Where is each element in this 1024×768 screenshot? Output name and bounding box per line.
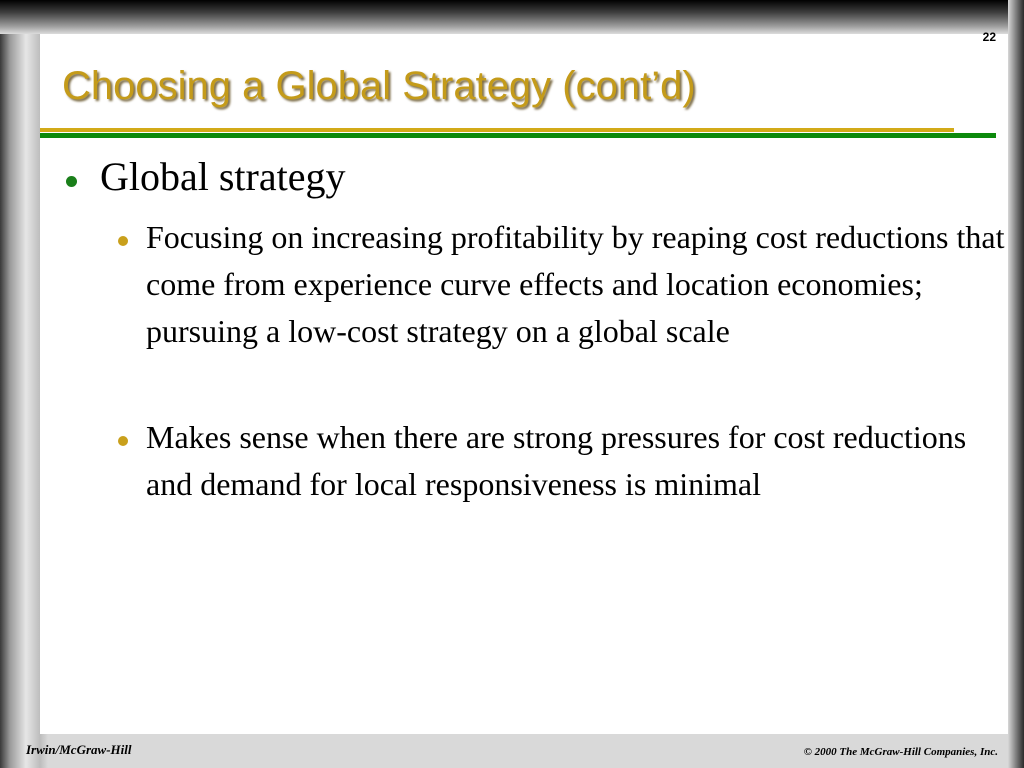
slide: 22 Choosing a Global Strategy (cont’d) G… <box>0 0 1024 768</box>
bullet-dot-level1 <box>66 176 77 187</box>
top-shade <box>0 0 1024 34</box>
title-rule-green <box>40 133 996 138</box>
title-rule-gold <box>40 128 954 132</box>
right-shade <box>1008 0 1024 768</box>
bullet-level2: Focusing on increasing profitability by … <box>146 219 1005 349</box>
footer-copyright: © 2000 The McGraw-Hill Companies, Inc. <box>803 746 998 758</box>
footer-publisher: Irwin/McGraw-Hill <box>26 742 132 757</box>
bullet-level1: Global strategy <box>100 154 346 199</box>
slide-title: Choosing a Global Strategy (cont’d) <box>62 64 696 108</box>
bullet-level2: Makes sense when there are strong pressu… <box>146 419 967 502</box>
bullet-dot-level2 <box>118 236 128 246</box>
slide-number: 22 <box>982 30 996 44</box>
slide-panel <box>40 34 1008 734</box>
bullet-dot-level2 <box>118 436 128 446</box>
